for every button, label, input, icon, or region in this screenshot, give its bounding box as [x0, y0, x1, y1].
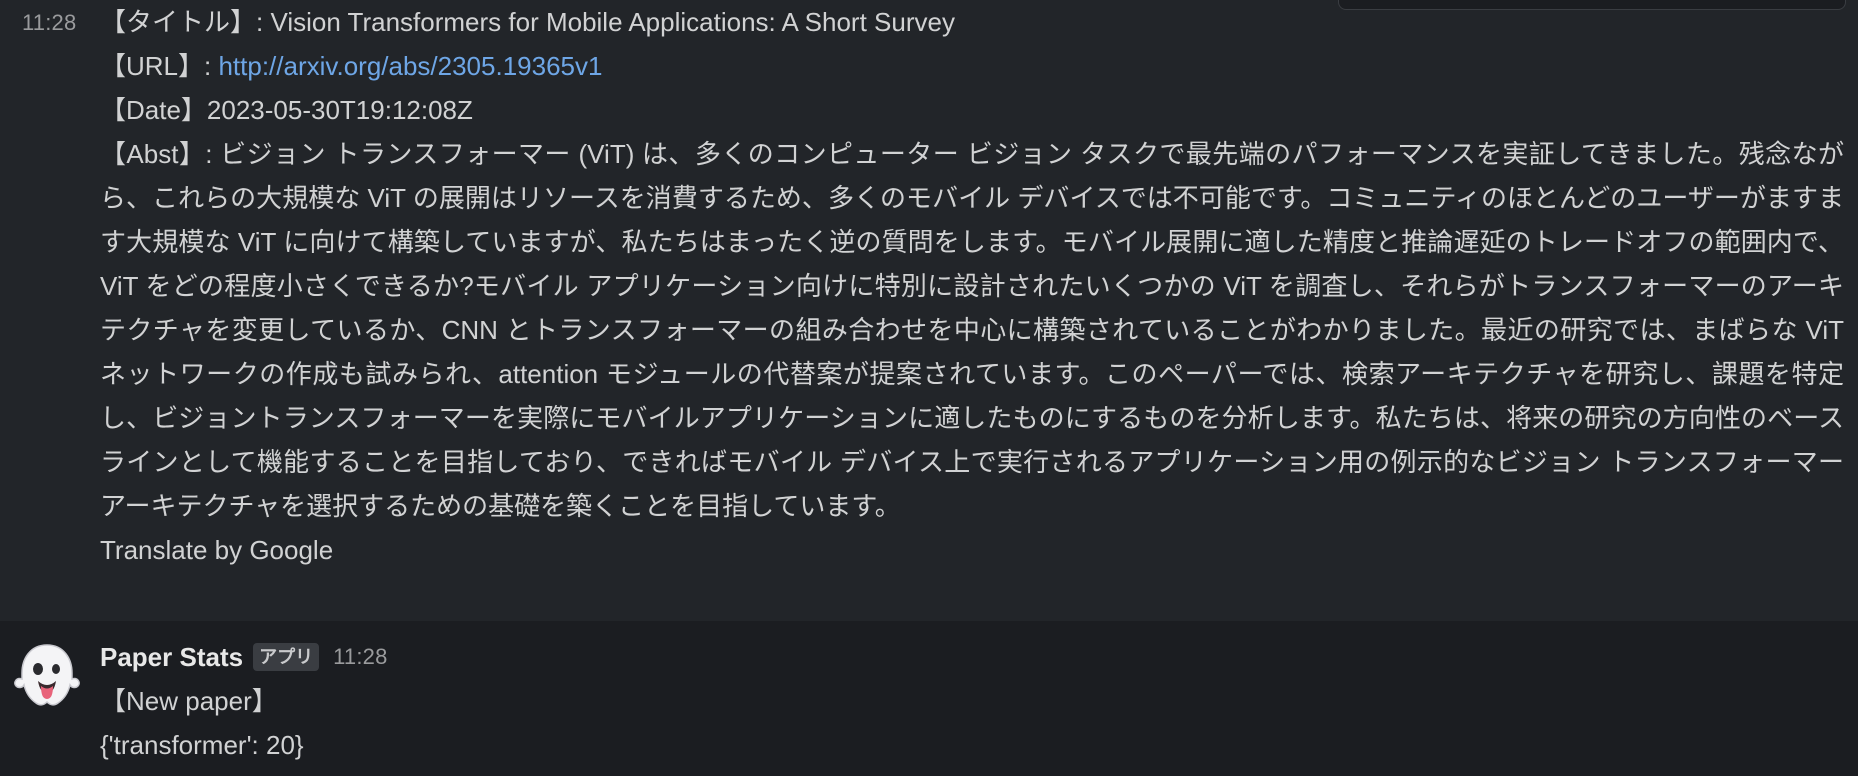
message-timestamp[interactable]: 11:28 [22, 10, 76, 36]
ghost-avatar-icon[interactable] [10, 639, 84, 713]
paper-date-line: 【Date】2023-05-30T19:12:08Z [100, 95, 473, 125]
message-paper-stats[interactable]: Paper Stats アプリ 11:28 【New paper】 {'tran… [0, 621, 1858, 776]
message-body: 【タイトル】: Vision Transformers for Mobile A… [100, 0, 1844, 572]
new-paper-line: 【New paper】 [100, 686, 278, 716]
stats-line: {'transformer': 20} [100, 730, 304, 760]
paper-title-line: 【タイトル】: Vision Transformers for Mobile A… [100, 7, 955, 37]
app-badge: アプリ [253, 643, 320, 671]
message-header: Paper Stats アプリ 11:28 [100, 635, 388, 679]
paper-url-line: 【URL】: http://arxiv.org/abs/2305.19365v1 [100, 44, 1844, 88]
translate-by-google-link[interactable]: Translate by Google [100, 528, 1844, 572]
sender-name[interactable]: Paper Stats [100, 642, 243, 673]
paper-abstract-text: 【Abst】: ビジョン トランスフォーマー (ViT) は、多くのコンピュータ… [100, 139, 1844, 521]
paper-url-link[interactable]: http://arxiv.org/abs/2305.19365v1 [218, 51, 602, 81]
message-body: 【New paper】 {'transformer': 20} [100, 679, 1844, 767]
ghost-icon [14, 644, 80, 706]
message-timestamp[interactable]: 11:28 [333, 644, 387, 670]
url-label: 【URL】: [100, 51, 219, 81]
message-paper-abstract[interactable]: 11:28 【タイトル】: Vision Transformers for Mo… [0, 0, 1858, 621]
